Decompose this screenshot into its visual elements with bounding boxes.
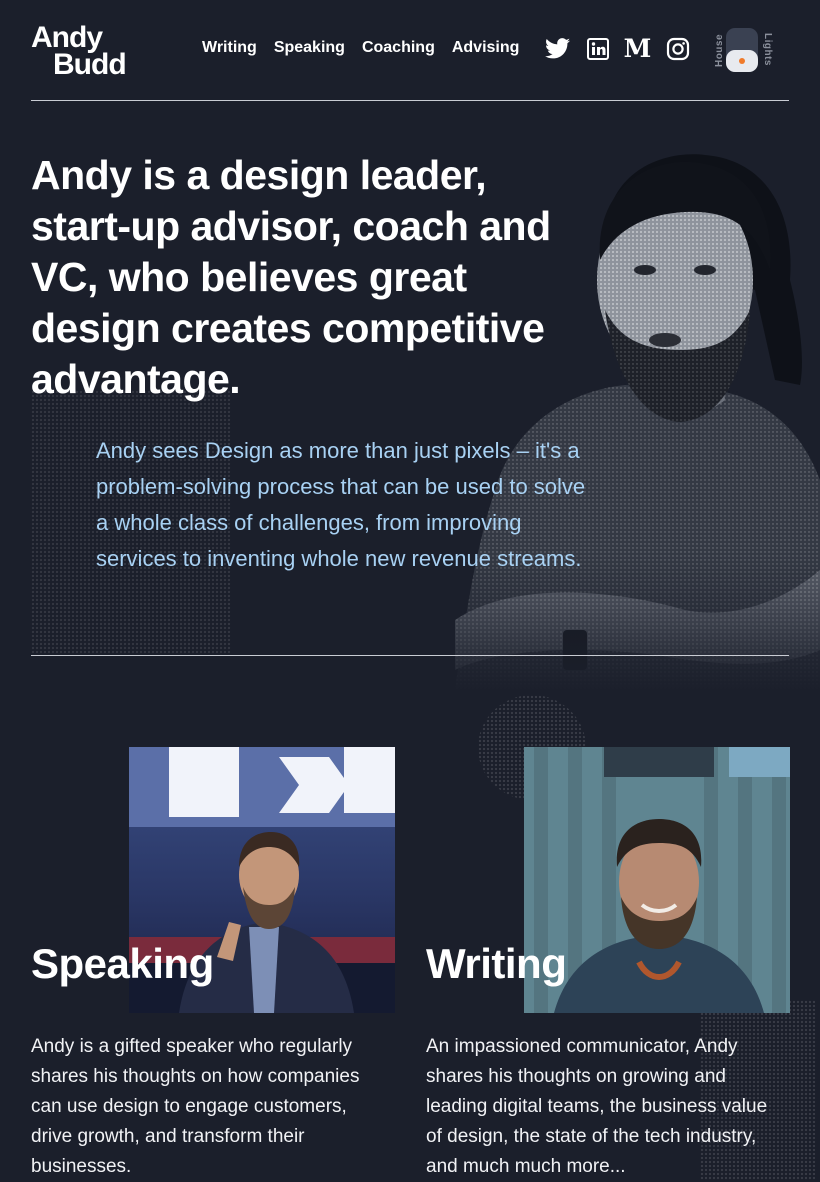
hero-headline: Andy is a design leader, start-up adviso… xyxy=(31,152,551,402)
speaking-card-title[interactable]: Speaking xyxy=(31,940,214,988)
logo-line-1: Andy xyxy=(31,21,103,54)
logo-line-2: Budd xyxy=(53,48,127,81)
toggle-switch[interactable] xyxy=(726,28,758,72)
nav-writing-link[interactable]: Writing xyxy=(202,39,257,57)
instagram-icon[interactable] xyxy=(665,36,690,61)
writing-card-text: An impassioned communicator, Andy shares… xyxy=(426,1036,768,1177)
speaking-card-text: Andy is a gifted speaker who regularly s… xyxy=(31,1036,360,1177)
nav-coaching-link[interactable]: Coaching xyxy=(362,39,435,57)
social-links: M xyxy=(545,34,690,63)
section-divider xyxy=(31,655,789,656)
house-lights-toggle[interactable]: House Lights xyxy=(709,28,775,74)
nav-speaking-link[interactable]: Speaking xyxy=(274,39,345,57)
writing-card-title[interactable]: Writing xyxy=(426,940,567,988)
site-header: Andy Budd Writing Speaking Coaching Advi… xyxy=(31,0,789,101)
twitter-icon[interactable] xyxy=(545,36,570,61)
site-logo[interactable]: Andy Budd xyxy=(31,21,127,81)
toggle-label-lights: Lights xyxy=(762,33,773,66)
toggle-knob xyxy=(726,50,758,72)
main-nav: Writing Speaking Coaching Advising xyxy=(202,39,519,57)
nav-advising-link[interactable]: Advising xyxy=(452,39,520,57)
medium-icon[interactable]: M xyxy=(624,34,652,63)
linkedin-icon[interactable] xyxy=(585,36,610,61)
hero-intro: Andy sees Design as more than just pixel… xyxy=(96,438,586,571)
toggle-label-house: House xyxy=(714,33,726,68)
